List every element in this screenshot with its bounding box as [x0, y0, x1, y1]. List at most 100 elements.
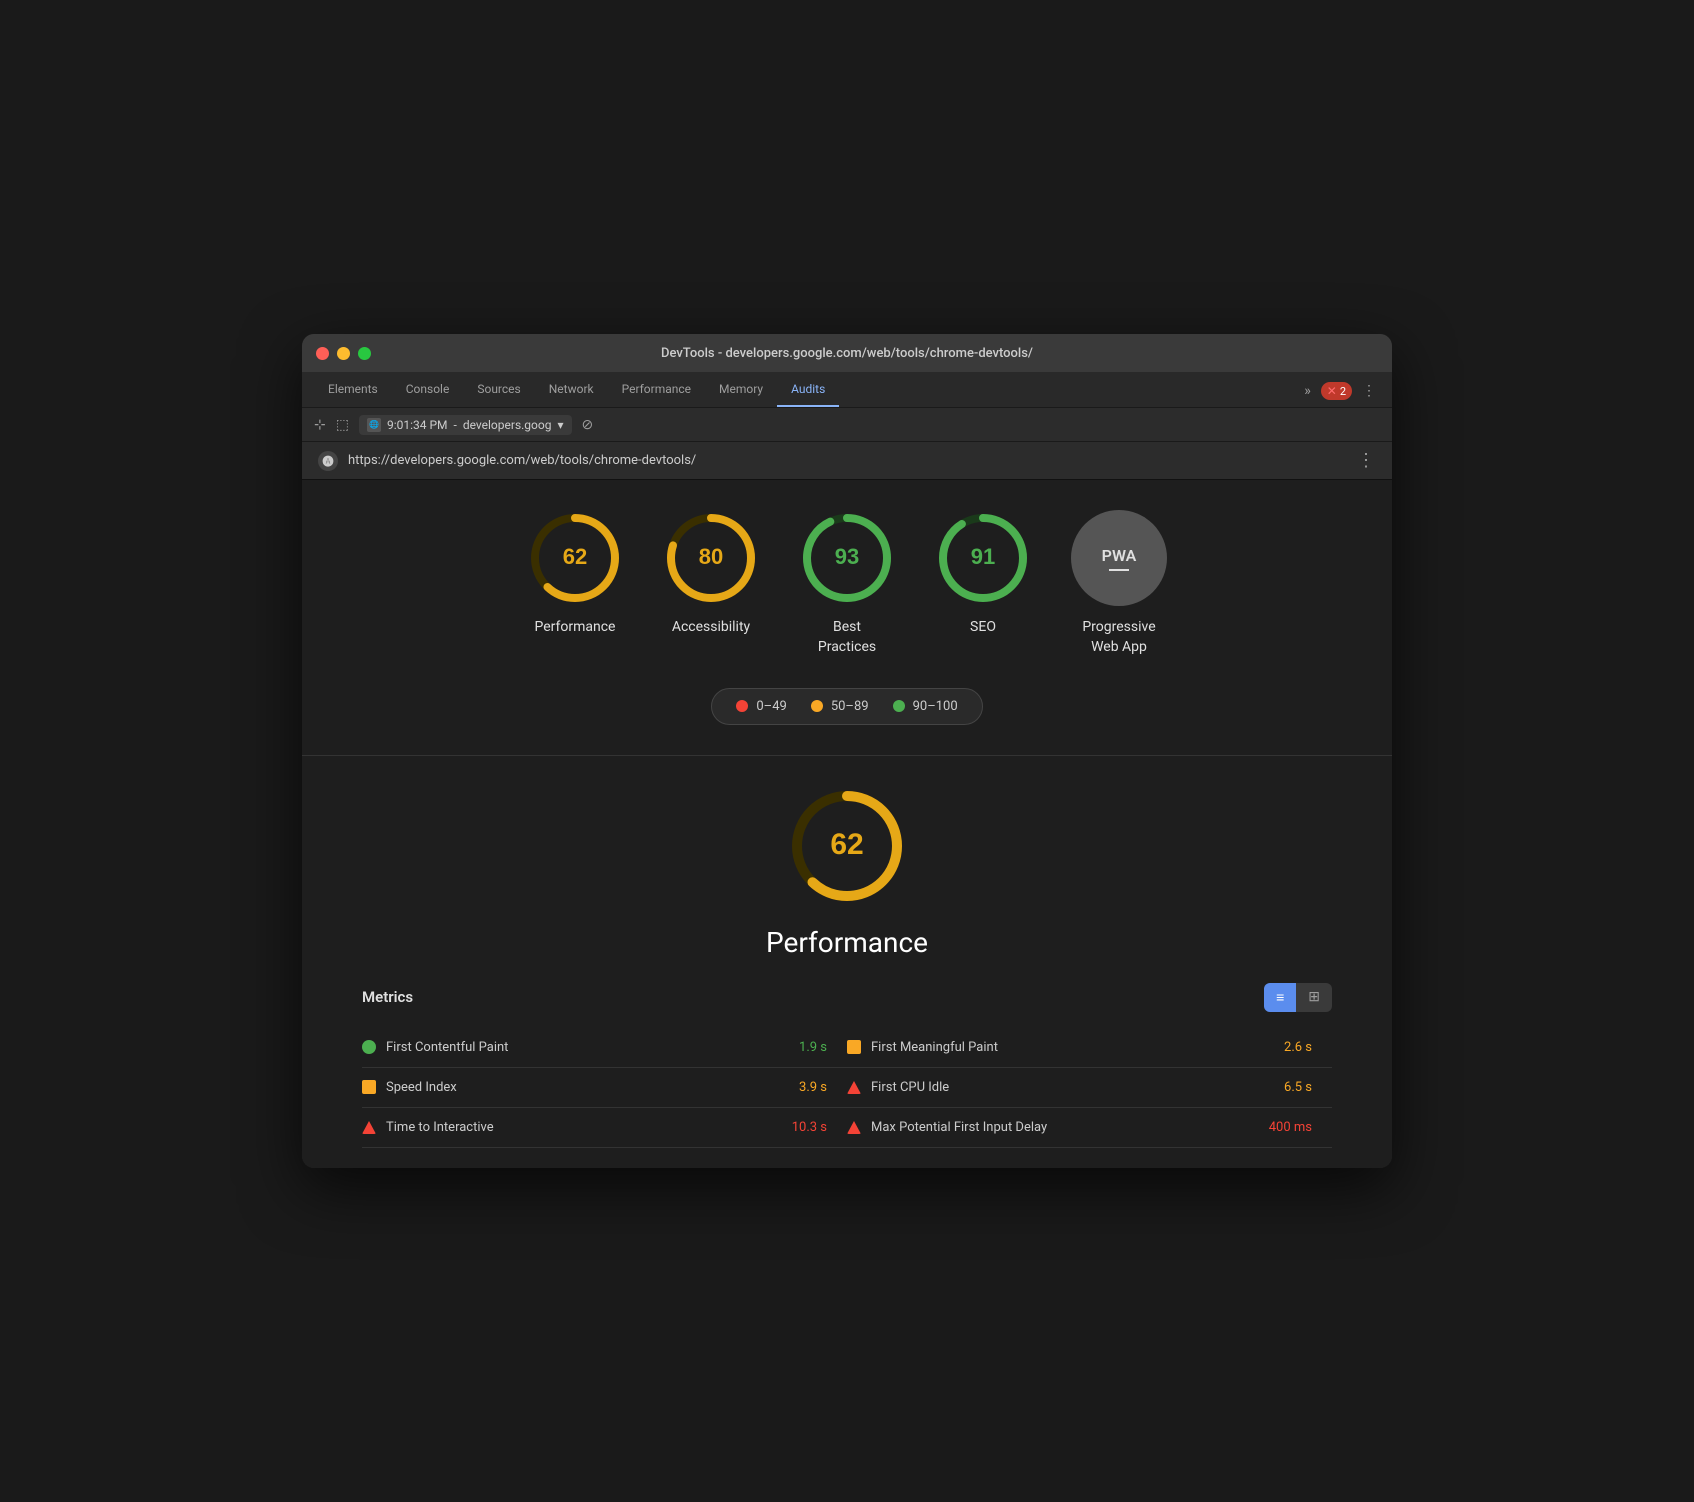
devtools-url-bar: 🅐 https://developers.google.com/web/tool… [302, 442, 1392, 480]
metrics-section: Metrics ≡ ⊞ [302, 983, 1392, 1148]
title-bar: DevTools - developers.google.com/web/too… [302, 334, 1392, 372]
metric-cell: First Meaningful Paint 2.6 s [847, 1028, 1332, 1068]
si-icon [362, 1080, 376, 1094]
legend-dot-orange [811, 700, 823, 712]
metrics-header: Metrics ≡ ⊞ [362, 983, 1332, 1012]
perf-section-title: Performance [766, 926, 928, 959]
page-favicon: 🌐 [367, 418, 381, 432]
gauge-performance: 62 Performance [527, 510, 623, 657]
url-display: 🌐 9:01:34 PM - developers.goog ▾ [359, 415, 572, 435]
tab-sources[interactable]: Sources [463, 372, 534, 407]
metric-cell: First Contentful Paint 1.9 s [362, 1028, 847, 1068]
fci-icon [847, 1081, 861, 1094]
perf-big-gauge: 62 [787, 786, 907, 910]
devtools-menu-button[interactable]: ⋮ [1358, 381, 1380, 401]
metric-item-tti: Time to Interactive 10.3 s [362, 1120, 847, 1135]
table-row: First Contentful Paint 1.9 s First Meani… [362, 1028, 1332, 1068]
device-toolbar-icon[interactable]: ⬚ [336, 417, 349, 433]
toggle-grid-btn[interactable]: ⊞ [1296, 983, 1332, 1012]
fci-label: First CPU Idle [871, 1080, 949, 1095]
gauges-row: 62 Performance 80 Accessibility [527, 510, 1167, 657]
view-toggle: ≡ ⊞ [1264, 983, 1332, 1012]
legend-item-red: 0–49 [736, 699, 786, 714]
gauge-label-seo: SEO [970, 618, 996, 638]
svg-text:91: 91 [971, 544, 995, 569]
metric-item-mpfid: Max Potential First Input Delay 400 ms [847, 1120, 1332, 1135]
tab-bar-icons: » ✕ 2 ⋮ [1300, 381, 1380, 407]
gauge-accessibility: 80 Accessibility [663, 510, 759, 657]
devtools-tab-bar: Elements Console Sources Network Perform… [302, 372, 1392, 408]
error-badge[interactable]: ✕ 2 [1321, 382, 1352, 400]
tab-console[interactable]: Console [392, 372, 464, 407]
mpfid-icon [847, 1121, 861, 1134]
fmp-label: First Meaningful Paint [871, 1040, 998, 1055]
gauge-svg-seo: 91 [935, 510, 1031, 606]
svg-text:80: 80 [699, 544, 723, 569]
gauge-svg-performance: 62 [527, 510, 623, 606]
pwa-dash [1109, 569, 1129, 571]
url-dropdown-icon[interactable]: ▾ [557, 418, 563, 432]
mpfid-value: 400 ms [1269, 1120, 1332, 1135]
legend-dot-red [736, 700, 748, 712]
metric-cell: Time to Interactive 10.3 s [362, 1107, 847, 1147]
legend-label-green: 90–100 [913, 699, 958, 714]
legend-label-orange: 50–89 [831, 699, 869, 714]
url-separator: - [454, 418, 457, 432]
settings-icon[interactable]: ⊘ [582, 417, 594, 433]
tab-memory[interactable]: Memory [705, 372, 777, 407]
fmp-value: 2.6 s [1284, 1040, 1332, 1055]
metric-item-si: Speed Index 3.9 s [362, 1080, 847, 1095]
main-content: 🅐 https://developers.google.com/web/tool… [302, 442, 1392, 1167]
metric-item-fcp: First Contentful Paint 1.9 s [362, 1040, 847, 1055]
error-icon: ✕ [1327, 384, 1337, 398]
toggle-list-btn[interactable]: ≡ [1264, 983, 1296, 1012]
devtools-more-btn[interactable]: ⋮ [1357, 450, 1376, 471]
devtools-url-text: https://developers.google.com/web/tools/… [348, 453, 1347, 468]
perf-detail: 62 Performance Metrics ≡ ⊞ [302, 756, 1392, 1168]
devtools-favicon: 🅐 [318, 451, 338, 471]
inspect-icon[interactable]: ⊹ [314, 417, 326, 433]
tab-network[interactable]: Network [535, 372, 608, 407]
browser-window: DevTools - developers.google.com/web/too… [302, 334, 1392, 1167]
address-bar-area: ⊹ ⬚ 🌐 9:01:34 PM - developers.goog ▾ ⊘ [302, 408, 1392, 442]
metrics-table: First Contentful Paint 1.9 s First Meani… [362, 1028, 1332, 1148]
svg-text:62: 62 [830, 828, 863, 861]
gauge-pwa: PWA ProgressiveWeb App [1071, 510, 1167, 657]
gauge-svg-accessibility: 80 [663, 510, 759, 606]
mpfid-label: Max Potential First Input Delay [871, 1120, 1047, 1135]
more-tabs-button[interactable]: » [1300, 381, 1315, 401]
close-button[interactable] [316, 347, 329, 360]
fcp-label: First Contentful Paint [386, 1040, 508, 1055]
gauge-label-best-practices: BestPractices [818, 618, 876, 657]
tab-performance[interactable]: Performance [608, 372, 705, 407]
table-row: Time to Interactive 10.3 s Max Potential… [362, 1107, 1332, 1147]
maximize-button[interactable] [358, 347, 371, 360]
minimize-button[interactable] [337, 347, 350, 360]
legend-label-red: 0–49 [756, 699, 786, 714]
pwa-circle: PWA [1071, 510, 1167, 606]
audits-panel: 62 Performance 80 Accessibility [302, 480, 1392, 754]
legend-item-green: 90–100 [893, 699, 958, 714]
tti-value: 10.3 s [792, 1120, 847, 1135]
table-row: Speed Index 3.9 s First CPU Idle 6.5 s [362, 1067, 1332, 1107]
grid-icon: ⊞ [1308, 989, 1320, 1005]
fci-value: 6.5 s [1284, 1080, 1332, 1095]
tab-audits[interactable]: Audits [777, 372, 839, 407]
pwa-label: PWA [1102, 546, 1137, 565]
fcp-icon [362, 1040, 376, 1054]
gauge-label-accessibility: Accessibility [672, 618, 750, 638]
metric-item-fci: First CPU Idle 6.5 s [847, 1080, 1332, 1095]
gauge-seo: 91 SEO [935, 510, 1031, 657]
tti-icon [362, 1121, 376, 1134]
traffic-lights [316, 347, 371, 360]
metric-cell: Speed Index 3.9 s [362, 1067, 847, 1107]
metric-item-fmp: First Meaningful Paint 2.6 s [847, 1040, 1332, 1055]
url-domain: developers.goog [463, 418, 552, 432]
tab-elements[interactable]: Elements [314, 372, 392, 407]
metric-cell: First CPU Idle 6.5 s [847, 1067, 1332, 1107]
big-gauge-svg: 62 [787, 786, 907, 906]
window-title: DevTools - developers.google.com/web/too… [661, 346, 1033, 361]
error-count: 2 [1340, 385, 1346, 398]
si-value: 3.9 s [799, 1080, 847, 1095]
fmp-icon [847, 1040, 861, 1054]
